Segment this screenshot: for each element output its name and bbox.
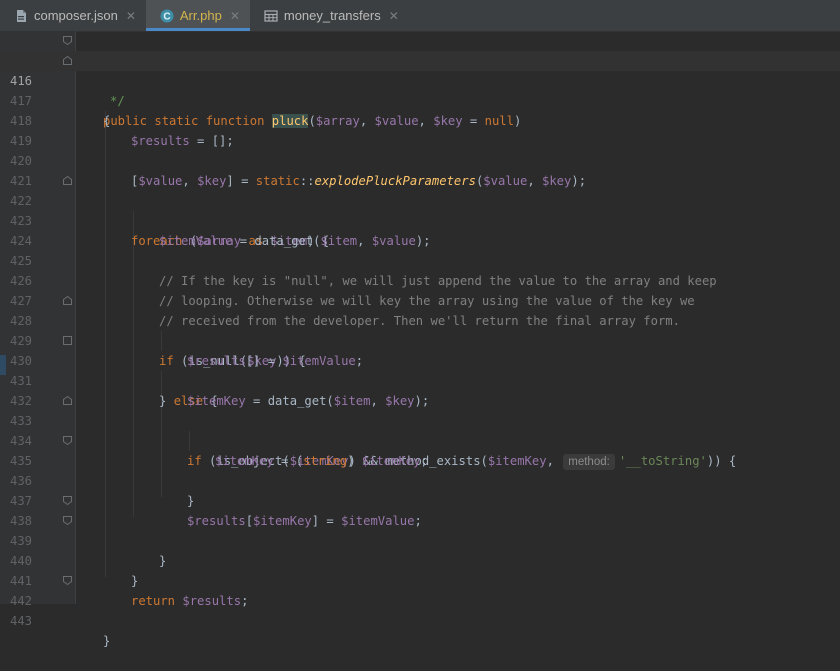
close-icon[interactable]: ✕ — [389, 9, 399, 23]
code-line: 420 [$value, $key] = static::explodePluc… — [0, 131, 840, 188]
fold-end-icon[interactable] — [63, 36, 72, 45]
code-line: 431 $itemKey = data_get($item, $key); — [0, 351, 840, 408]
code-text: } — [103, 634, 111, 648]
fold-end-icon[interactable] — [63, 576, 72, 585]
code-line: 432 — [0, 371, 840, 408]
fold-end-icon[interactable] — [63, 436, 72, 445]
code-line: 437 $results[$itemKey] = $itemValue; — [0, 471, 840, 528]
line-number: 443 — [10, 614, 33, 628]
tab-label: composer.json — [34, 8, 118, 23]
code-line: 430 } else { — [0, 331, 840, 408]
tab-arr-php[interactable]: C Arr.php ✕ — [145, 0, 250, 31]
fold-end-icon[interactable] — [63, 496, 72, 505]
fold-start-icon[interactable] — [63, 176, 72, 185]
code-line: 418 $results = []; — [0, 91, 840, 148]
code-line: 443 — [0, 591, 840, 628]
tab-money-transfers[interactable]: money_transfers ✕ — [250, 0, 409, 31]
php-class-icon: C — [160, 9, 174, 23]
tab-composer-json[interactable]: composer.json ✕ — [0, 0, 146, 31]
close-icon[interactable]: ✕ — [230, 9, 240, 23]
code-line: 419 — [0, 111, 840, 148]
code-line: 442 } — [0, 571, 840, 648]
code-line: 438 } — [0, 491, 840, 568]
code-line: 421 — [0, 151, 840, 188]
code-line: 436 — [0, 451, 840, 488]
json-file-icon — [14, 9, 28, 23]
code-line: 426 // looping. Otherwise we will key th… — [0, 251, 840, 308]
fold-start-icon[interactable] — [63, 56, 72, 65]
code-line: 429 $results[] = $itemValue; — [0, 311, 840, 368]
editor-tab-bar: composer.json ✕ C Arr.php ✕ money_transf… — [0, 0, 840, 32]
fold-start-icon[interactable] — [63, 396, 72, 405]
code-line: 434 $itemKey = (string) $itemKey; — [0, 411, 840, 468]
svg-text:C: C — [163, 11, 170, 22]
fold-toggle-icon[interactable] — [63, 336, 72, 345]
code-line: 440 — [0, 531, 840, 568]
code-line: 435 } — [0, 431, 840, 508]
tab-label: Arr.php — [179, 8, 222, 23]
tab-label: money_transfers — [283, 8, 381, 23]
table-icon — [264, 9, 278, 23]
code-line: 417 { — [0, 71, 840, 128]
code-line: 427 // received from the developer. Then… — [0, 271, 840, 328]
code-line: 423 $itemValue = data_get($item, $value)… — [0, 191, 840, 248]
close-icon[interactable]: ✕ — [126, 9, 136, 23]
code-line: 422 foreach ($array as $item) { — [0, 171, 840, 248]
code-line: 439 } — [0, 511, 840, 588]
code-line: 433 if (is_object($itemKey) && method_ex… — [0, 391, 840, 470]
code-line: 425 // If the key is "null", we will jus… — [0, 231, 840, 288]
code-line-current: 416 public static function pluck($array,… — [0, 51, 840, 128]
code-line: 428 if (is_null($key)) { — [0, 291, 840, 368]
fold-start-icon[interactable] — [63, 296, 72, 305]
code-line: 415 */ — [0, 31, 840, 108]
code-line: 424 — [0, 211, 840, 248]
fold-end-icon[interactable] — [63, 516, 72, 525]
code-line: 441 return $results; — [0, 551, 840, 608]
code-editor[interactable]: 415 */ 416 public static function pluck(… — [0, 31, 840, 648]
